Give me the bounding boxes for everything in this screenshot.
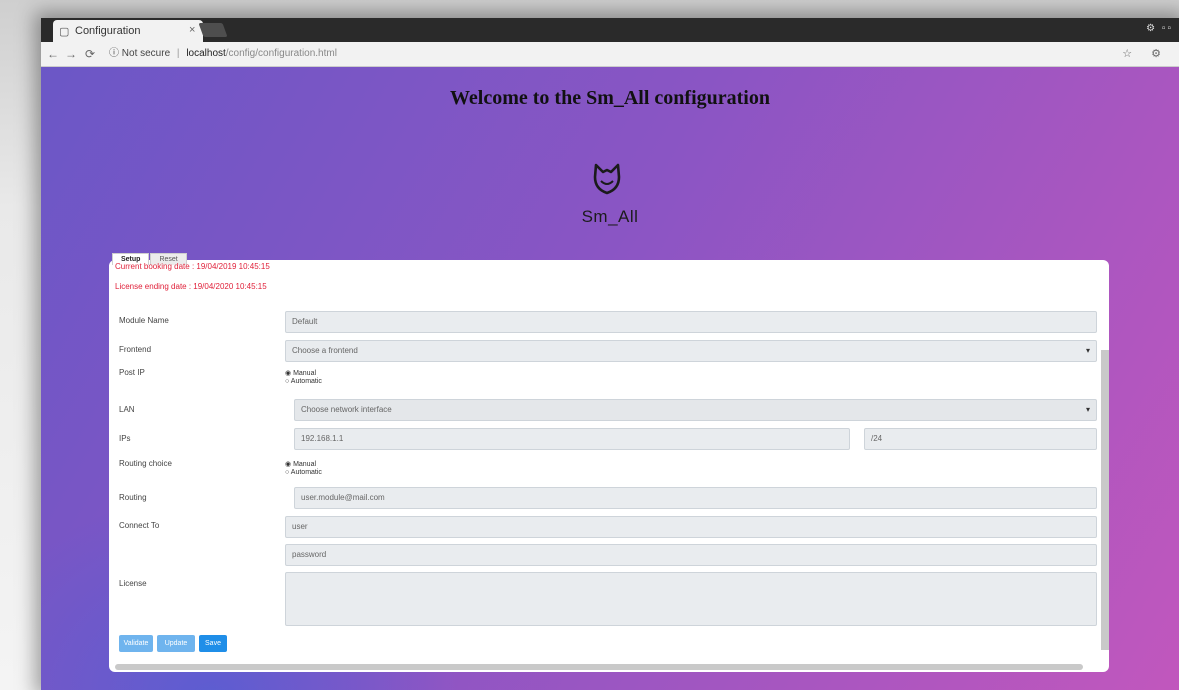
post-ip-radio-group: ◉ Manual ○ Automatic (285, 370, 322, 386)
forward-arrow-icon[interactable]: → (65, 47, 77, 61)
routing-input[interactable]: user.module@mail.com (294, 487, 1097, 509)
radio-label: Manual (293, 461, 317, 468)
info-icon[interactable]: ⓘ (109, 48, 119, 59)
close-tab-icon[interactable]: × (189, 24, 195, 36)
new-tab-button[interactable] (198, 23, 228, 37)
lan-select[interactable]: Choose network interface ▾ (294, 399, 1097, 421)
validate-button[interactable]: Validate (119, 635, 153, 652)
lan-label: LAN (119, 405, 135, 414)
frontend-value: Choose a frontend (292, 346, 358, 355)
url-path: /config/configuration.html (225, 48, 337, 59)
browser-tab[interactable]: ▢ Configuration × (53, 20, 203, 42)
toolbar-icons[interactable]: ☆ ⚙ (1122, 47, 1169, 60)
chevron-down-icon: ▾ (1085, 346, 1090, 355)
post-ip-automatic-radio[interactable]: ○ Automatic (285, 378, 322, 386)
password-input[interactable]: password (285, 544, 1097, 566)
license-date-warning: License ending date : 19/04/2020 10:45:1… (115, 282, 267, 291)
url-host: localhost (186, 48, 226, 59)
page-viewport: Welcome to the Sm_All configuration Sm_A… (41, 67, 1179, 690)
ip-mask-input[interactable]: /24 (864, 428, 1097, 450)
brand-name: Sm_All (581, 207, 639, 226)
window-controls[interactable]: ⚙ ▫▫ (1146, 23, 1173, 34)
radio-label: Automatic (290, 469, 322, 476)
url-separator: | (176, 48, 180, 59)
back-arrow-icon[interactable]: ← (47, 47, 59, 61)
routing-label: Routing (119, 493, 147, 502)
reload-icon[interactable]: ⟳ (85, 47, 95, 61)
tab-strip: ▢ Configuration × ⚙ ▫▫ (41, 18, 1179, 42)
connect-to-label: Connect To (119, 521, 160, 530)
horizontal-scrollbar[interactable] (115, 664, 1083, 670)
routing-automatic-radio[interactable]: ○ Automatic (285, 469, 322, 477)
radio-label: Manual (293, 370, 317, 377)
username-input[interactable]: user (285, 516, 1097, 538)
address-toolbar: ← → ⟳ ⓘ Not secure | localhost/config/co… (41, 42, 1179, 67)
radio-label: Automatic (290, 378, 322, 385)
module-name-label: Module Name (119, 316, 169, 325)
ip-input[interactable]: 192.168.1.1 (294, 428, 850, 450)
ip-label: IPs (119, 434, 131, 443)
lan-value: Choose network interface (301, 405, 392, 414)
configuration-card: Setup Reset Current booking date : 19/04/… (109, 253, 1109, 672)
update-button[interactable]: Update (157, 635, 195, 652)
frontend-select[interactable]: Choose a frontend ▾ (285, 340, 1097, 362)
page-icon: ▢ (59, 26, 70, 38)
security-label: Not secure (121, 48, 171, 59)
fox-logo-icon (593, 163, 621, 195)
routing-choice-label: Routing choice (119, 459, 172, 468)
chevron-down-icon: ▾ (1085, 405, 1090, 414)
routing-choice-radio-group: ◉ Manual ○ Automatic (285, 461, 322, 477)
vertical-scrollbar[interactable] (1101, 350, 1109, 650)
module-name-input[interactable]: Default (285, 311, 1097, 333)
browser-window: ▢ Configuration × ⚙ ▫▫ ← → ⟳ ⓘ Not secur… (41, 18, 1179, 690)
post-ip-label: Post IP (119, 368, 145, 377)
license-textarea[interactable] (285, 572, 1097, 626)
url-bar[interactable]: ⓘ Not secure | localhost/config/configur… (109, 45, 1131, 62)
frontend-label: Frontend (119, 345, 152, 354)
card-tabs: Setup Reset (112, 248, 188, 265)
tab-title: Configuration (75, 25, 141, 37)
routing-manual-radio[interactable]: ◉ Manual (285, 461, 322, 469)
license-label: License (119, 579, 147, 588)
booking-date-warning: Current booking date : 19/04/2019 10:45:… (115, 262, 270, 271)
save-button[interactable]: Save (199, 635, 227, 652)
page-title: Welcome to the Sm_All configuration (450, 87, 770, 109)
post-ip-manual-radio[interactable]: ◉ Manual (285, 370, 322, 378)
